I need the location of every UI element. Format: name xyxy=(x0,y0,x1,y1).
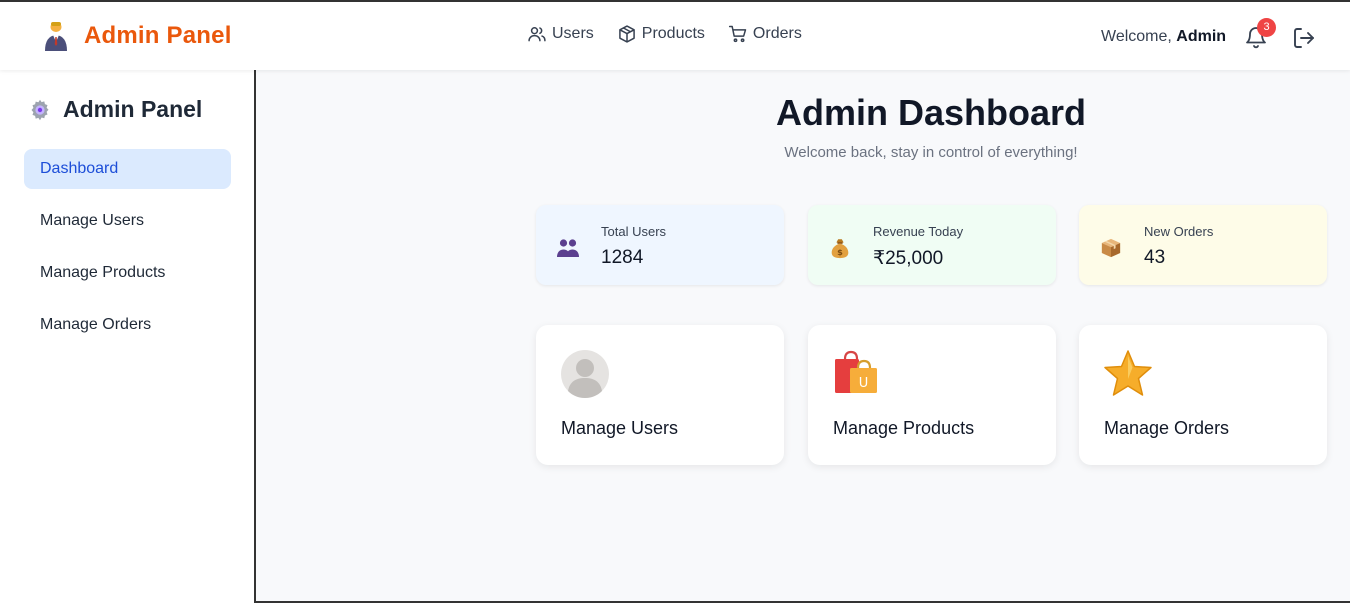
stat-card-total-users: Total Users 1284 xyxy=(536,205,784,285)
top-nav: Users Products Orders xyxy=(527,24,802,44)
card-label: Manage Orders xyxy=(1104,418,1230,438)
card-manage-orders[interactable]: Manage Orders xyxy=(1079,325,1327,465)
stat-value: ₹25,000 xyxy=(873,248,944,269)
nav-users-label: Users xyxy=(552,25,594,42)
sidebar-item-dashboard[interactable]: Dashboard xyxy=(24,149,231,189)
gear-icon xyxy=(31,99,49,120)
package-icon xyxy=(1101,238,1121,258)
card-label: Manage Products xyxy=(833,418,975,438)
svg-text:$: $ xyxy=(837,247,843,257)
page-subtitle: Welcome back, stay in control of everyth… xyxy=(784,144,1078,161)
star-icon xyxy=(1104,350,1152,396)
nav-products-label: Products xyxy=(641,25,705,42)
businessman-icon xyxy=(45,22,67,51)
shopping-bags-icon: U xyxy=(835,350,877,393)
page-title: Admin Dashboard xyxy=(775,92,1087,133)
stat-card-revenue-today: $ Revenue Today ₹25,000 xyxy=(808,205,1056,285)
card-manage-users[interactable]: Manage Users xyxy=(536,325,784,465)
avatar-icon xyxy=(561,350,609,398)
sidebar-title: Admin Panel xyxy=(63,96,203,122)
logout-icon[interactable] xyxy=(1292,26,1316,50)
brand[interactable]: Admin Panel xyxy=(42,20,232,52)
top-navbar: Admin Panel Users Products Orders Welcom… xyxy=(0,2,1350,70)
nav-users[interactable]: Users xyxy=(527,24,594,44)
nav-orders-label: Orders xyxy=(752,25,802,42)
sidebar-item-manage-products[interactable]: Manage Products xyxy=(24,253,231,293)
users-emoji-icon xyxy=(557,239,579,257)
users-icon xyxy=(528,27,546,42)
box-icon xyxy=(618,25,635,43)
stat-value: 43 xyxy=(1144,247,1166,268)
sidebar-menu: Dashboard Manage Users Manage Products M… xyxy=(24,149,231,357)
nav-products[interactable]: Products xyxy=(617,24,705,44)
svg-text:U: U xyxy=(859,376,869,391)
sidebar-item-manage-users[interactable]: Manage Users xyxy=(24,201,231,241)
sidebar-item-manage-orders[interactable]: Manage Orders xyxy=(24,305,231,345)
card-manage-products[interactable]: U Manage Products xyxy=(808,325,1056,465)
welcome-user: Admin xyxy=(1176,28,1227,45)
sidebar-brand: Admin Panel xyxy=(28,96,202,123)
card-label: Manage Users xyxy=(561,418,679,438)
notification-badge: 3 xyxy=(1257,18,1276,37)
stat-label: New Orders xyxy=(1144,224,1214,239)
brand-title: Admin Panel xyxy=(84,22,232,49)
sidebar: Admin Panel Dashboard Manage Users Manag… xyxy=(0,70,256,603)
welcome-text: Welcome, Admin xyxy=(1101,28,1226,46)
welcome-prefix: Welcome, xyxy=(1101,28,1172,45)
stat-value: 1284 xyxy=(601,247,644,268)
cart-icon xyxy=(728,25,747,43)
stat-label: Revenue Today xyxy=(873,224,964,239)
money-bag-icon: $ xyxy=(831,239,849,259)
stat-card-new-orders: New Orders 43 xyxy=(1079,205,1327,285)
stat-label: Total Users xyxy=(601,224,667,239)
nav-orders[interactable]: Orders xyxy=(728,24,802,44)
